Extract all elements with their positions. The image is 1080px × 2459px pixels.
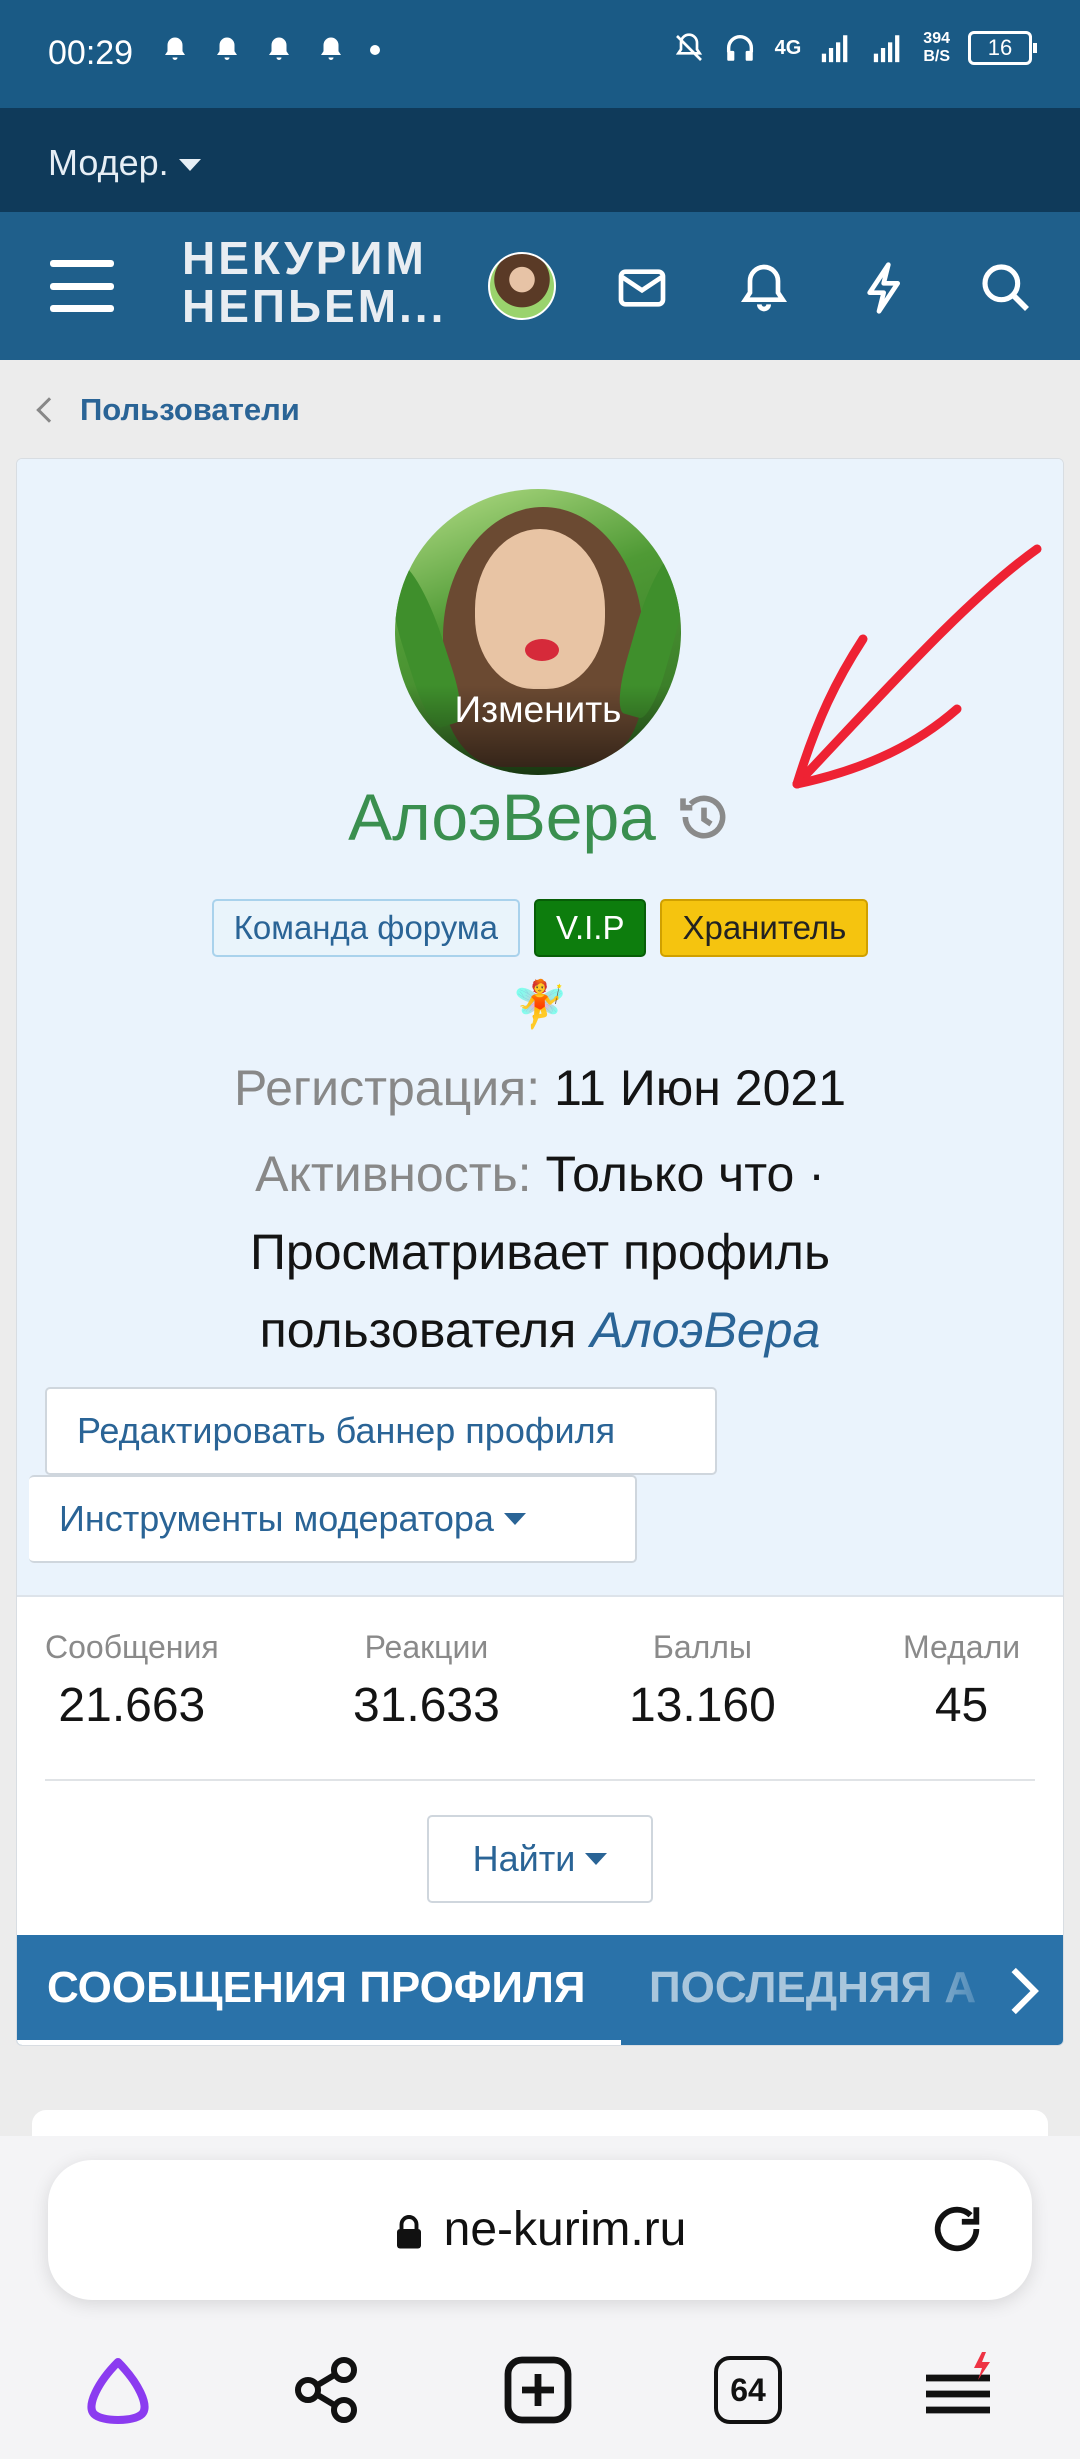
profile-avatar[interactable]: Изменить xyxy=(395,489,681,775)
address-bar[interactable]: ne-kurim.ru xyxy=(48,2160,1032,2300)
tabs-counter[interactable]: 64 xyxy=(708,2350,788,2430)
registration-label: Регистрация: xyxy=(233,1060,541,1116)
bell-icon[interactable] xyxy=(736,260,792,316)
moderator-menu-button[interactable]: Модер. xyxy=(48,142,201,184)
caret-down-icon xyxy=(503,1513,526,1525)
moderator-tools-button[interactable]: Инструменты модератора xyxy=(29,1475,637,1563)
caret-down-icon xyxy=(585,1853,608,1865)
lock-icon xyxy=(396,2215,421,2249)
site-header: НЕКУРИМ НЕПЬЕМ... xyxy=(0,212,1080,360)
badge-keeper: Хранитель xyxy=(660,899,869,957)
badge-team: Команда форума xyxy=(211,899,520,957)
mail-icon[interactable] xyxy=(614,260,670,316)
edit-banner-button[interactable]: Редактировать баннер профиля xyxy=(45,1387,717,1475)
registration-value: 11 Июн 2021 xyxy=(554,1060,847,1116)
user-badges: Команда форума V.I.P Хранитель xyxy=(17,899,1063,957)
new-tab-icon[interactable] xyxy=(498,2350,578,2430)
share-icon[interactable] xyxy=(288,2350,368,2430)
bell-off-icon xyxy=(675,33,702,61)
fairy-emoji: 🧚 xyxy=(511,978,569,1030)
history-icon[interactable] xyxy=(676,789,732,845)
url-display[interactable]: ne-kurim.ru xyxy=(48,2202,1032,2257)
status-bar: 00:29 4G 394 B/S 16 xyxy=(0,0,1080,108)
status-time: 00:29 xyxy=(48,34,134,72)
activity-user-link[interactable]: АлоэВера xyxy=(590,1302,820,1358)
annotation-arrow xyxy=(792,544,1042,789)
stat-points[interactable]: Баллы 13.160 xyxy=(629,1629,776,1733)
active-tab-indicator xyxy=(17,2040,621,2045)
menu-icon[interactable] xyxy=(50,260,114,312)
header-avatar[interactable] xyxy=(488,252,556,320)
battery-indicator: 16 xyxy=(968,31,1037,65)
headphones-icon xyxy=(726,35,753,61)
tabs-count: 64 xyxy=(714,2356,782,2424)
search-icon[interactable] xyxy=(978,260,1034,316)
find-button[interactable]: Найти xyxy=(427,1815,653,1903)
bell-icon xyxy=(321,37,341,60)
breadcrumb-link[interactable]: Пользователи xyxy=(80,392,300,428)
network-speed: 394 B/S xyxy=(923,30,950,65)
dot-icon xyxy=(370,45,380,55)
stat-medals[interactable]: Медали 45 xyxy=(903,1629,1020,1733)
reload-icon[interactable] xyxy=(928,2200,986,2258)
avatar-edit-label[interactable]: Изменить xyxy=(395,689,681,731)
tab-profile-posts[interactable]: СООБЩЕНИЯ ПРОФИЛЯ xyxy=(47,1963,585,2013)
activity-value: Только что · xyxy=(545,1146,825,1202)
badge-vip: V.I.P xyxy=(533,899,647,957)
activity-detail: Просматривает профиль xyxy=(249,1224,830,1280)
network-type: 4G xyxy=(774,36,802,59)
lightning-icon[interactable] xyxy=(858,260,914,316)
activity-detail-2: пользователя АлоэВера xyxy=(259,1302,821,1358)
chevron-right-icon[interactable] xyxy=(995,1963,1051,2019)
signal-icon xyxy=(874,35,900,63)
notification-icons xyxy=(160,34,382,66)
browser-nav: 64 xyxy=(0,2340,1080,2440)
chevron-left-icon xyxy=(36,397,62,423)
profile-card: Изменить АлоэВера Команда форума V.I.P Х… xyxy=(16,458,1064,2046)
bell-icon xyxy=(217,37,237,60)
stat-messages[interactable]: Сообщения 21.663 xyxy=(45,1629,219,1733)
profile-header: Изменить АлоэВера Команда форума V.I.P Х… xyxy=(17,459,1063,1597)
alice-icon[interactable] xyxy=(78,2350,158,2430)
divider xyxy=(45,1779,1035,1781)
caret-down-icon xyxy=(178,159,201,172)
bell-icon xyxy=(165,37,185,60)
profile-tabs: СООБЩЕНИЯ ПРОФИЛЯ ПОСЛЕДНЯЯ А xyxy=(17,1935,1063,2045)
bell-icon xyxy=(269,37,289,60)
site-logo[interactable]: НЕКУРИМ НЕПЬЕМ... xyxy=(182,234,446,330)
breadcrumb[interactable]: Пользователи xyxy=(36,392,300,428)
signal-icon xyxy=(822,35,848,63)
profile-stats: Сообщения 21.663 Реакции 31.633 Баллы 13… xyxy=(17,1629,1063,1749)
moderator-menu-label: Модер. xyxy=(48,142,169,183)
menu-icon[interactable] xyxy=(918,2350,998,2430)
activity-line: Активность: Только что · xyxy=(17,1135,1063,1213)
username: АлоэВера xyxy=(348,780,656,854)
stat-reactions[interactable]: Реакции 31.633 xyxy=(353,1629,500,1733)
activity-label: Активность: xyxy=(255,1146,532,1202)
status-right-icons: 4G 394 B/S 16 xyxy=(673,30,1037,66)
registration-line: Регистрация: 11 Июн 2021 xyxy=(17,1049,1063,1127)
moderator-bar: Модер. xyxy=(0,108,1080,212)
